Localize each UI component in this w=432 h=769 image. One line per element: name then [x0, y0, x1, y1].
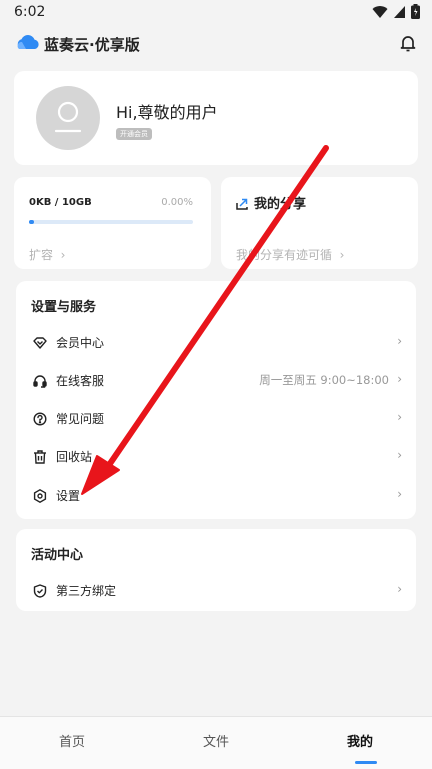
menu-item-settings[interactable]: 设置 › — [16, 476, 416, 514]
wifi-icon — [372, 4, 388, 23]
chevron-right-icon: › — [397, 487, 402, 501]
share-icon — [236, 195, 248, 210]
storage-card[interactable]: 0KB / 10GB 0.00% 扩容 › — [14, 177, 211, 269]
question-icon — [33, 411, 47, 426]
chevron-right-icon: › — [397, 448, 402, 462]
menu-item-label: 在线客服 — [56, 374, 105, 388]
tab-mine[interactable]: 我的 — [347, 731, 373, 750]
expand-storage-link[interactable]: 扩容 › — [29, 246, 65, 263]
chevron-right-icon: › — [397, 334, 402, 348]
my-share-card[interactable]: 我的分享 我的分享有迹可循 › — [221, 177, 418, 269]
my-share-title: 我的分享 — [254, 197, 307, 212]
tab-files[interactable]: 文件 — [203, 731, 229, 750]
menu-item-online-support[interactable]: 在线客服 周一至周五 9:00~18:00 › — [16, 361, 416, 399]
tab-home[interactable]: 首页 — [59, 731, 85, 750]
active-tab-indicator — [355, 761, 377, 764]
status-bar: 6:02 — [0, 0, 432, 24]
menu-item-recycle-bin[interactable]: 回收站 › — [16, 437, 416, 475]
menu-item-label: 常见问题 — [56, 412, 105, 426]
battery-icon — [411, 4, 420, 23]
storage-used: 0KB / 10GB — [29, 197, 92, 208]
headset-icon — [33, 373, 47, 388]
section-title-services: 设置与服务 — [31, 300, 97, 315]
bottom-nav: 首页 文件 我的 — [0, 716, 432, 769]
menu-item-label: 第三方绑定 — [56, 584, 117, 598]
profile-card[interactable]: Hi,尊敬的用户 开通会员 — [14, 71, 418, 165]
settings-services-card: 设置与服务 会员中心 › 在线客服 周一至周五 9:00~18:00 › 常见问… — [16, 281, 416, 519]
chevron-right-icon: › — [397, 582, 402, 596]
shield-icon — [33, 583, 47, 598]
app-bar: 蓝奏云·优享版 — [0, 28, 432, 58]
user-greeting: Hi,尊敬的用户 — [116, 103, 218, 122]
my-share-subtitle: 我的分享有迹可循 › — [236, 248, 345, 262]
menu-item-membership-center[interactable]: 会员中心 › — [16, 323, 416, 361]
support-hours: 周一至周五 9:00~18:00 — [259, 373, 389, 387]
menu-item-label: 回收站 — [56, 450, 93, 464]
storage-percent: 0.00% — [161, 197, 193, 208]
menu-item-label: 会员中心 — [56, 336, 105, 350]
menu-item-label: 设置 — [56, 489, 81, 503]
storage-progress-fill — [29, 220, 34, 224]
app-title: 蓝奏云·优享版 — [44, 36, 140, 54]
diamond-icon — [33, 335, 47, 349]
open-membership-badge[interactable]: 开通会员 — [116, 128, 152, 140]
activity-center-card: 活动中心 第三方绑定 › — [16, 529, 416, 611]
avatar[interactable] — [36, 86, 100, 150]
settings-icon — [33, 488, 47, 504]
menu-item-faq[interactable]: 常见问题 › — [16, 399, 416, 437]
cloud-logo-icon — [16, 34, 40, 50]
status-time: 6:02 — [14, 4, 46, 20]
menu-item-third-party-binding[interactable]: 第三方绑定 › — [16, 571, 416, 609]
bell-icon[interactable] — [400, 34, 416, 52]
user-avatar-icon — [54, 101, 82, 133]
storage-progress-bar — [29, 220, 193, 224]
trash-icon — [33, 449, 47, 464]
chevron-right-icon: › — [397, 372, 402, 386]
chevron-right-icon: › — [397, 410, 402, 424]
signal-icon — [393, 4, 406, 23]
section-title-activity: 活动中心 — [31, 548, 84, 563]
